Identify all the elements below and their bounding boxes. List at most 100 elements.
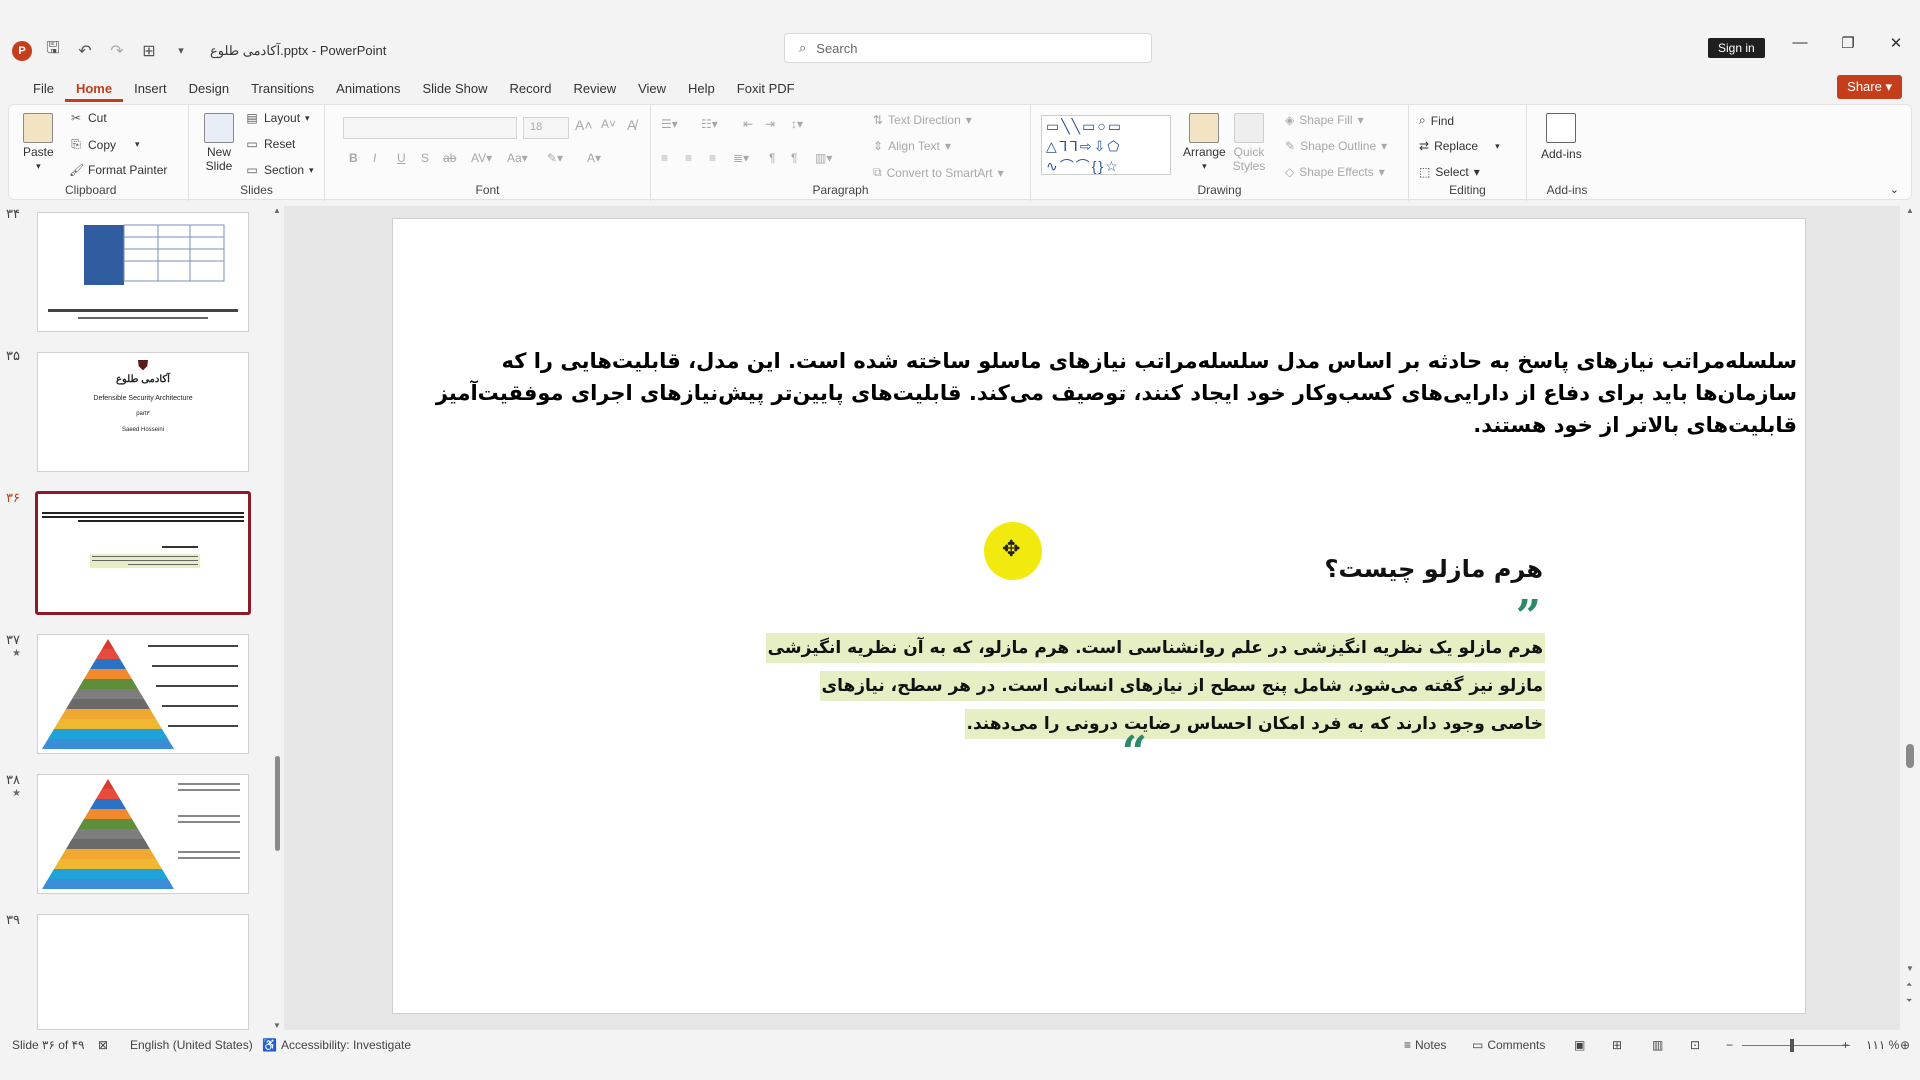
columns-icon[interactable]: ▥▾ — [815, 151, 832, 165]
minimize-icon[interactable]: — — [1776, 34, 1824, 52]
accessibility-button[interactable]: ♿ Accessibility: Investigate — [262, 1038, 411, 1052]
font-color-icon[interactable]: A▾ — [587, 151, 601, 165]
spelling-check-icon[interactable]: ⊠ — [98, 1038, 108, 1052]
char-spacing-icon[interactable]: AV▾ — [471, 151, 492, 165]
tab-foxit-pdf[interactable]: Foxit PDF — [726, 76, 806, 102]
cut-button[interactable]: ✂ Cut — [69, 111, 107, 125]
decrease-indent-icon[interactable]: ⇤ — [743, 117, 753, 131]
scroll-up-icon[interactable]: ▲ — [1906, 206, 1914, 215]
shadow-icon[interactable]: S — [421, 151, 429, 165]
language-indicator[interactable]: English (United States) — [130, 1038, 253, 1052]
next-slide-icon[interactable]: ⏷ — [1906, 996, 1912, 1006]
thumbnail-scroll-thumb[interactable] — [275, 756, 280, 851]
text-direction-button[interactable]: ⇅ Text Direction ▾ — [873, 113, 972, 127]
slide-thumbnail-36[interactable] — [35, 491, 251, 615]
shapes-gallery[interactable]: ▭╲╲▭○▭ △ᒣᒣ⇨⇩⬠ ∿⌒⌒{}☆ — [1041, 115, 1171, 175]
slide-thumbnail-35[interactable]: ⛊ آکادمی طلوع Defensible Security Archit… — [37, 352, 249, 472]
tab-file[interactable]: File — [22, 76, 65, 102]
slide-canvas[interactable]: سلسله‌مراتب نیازهای پاسخ به حادثه بر اسا… — [392, 218, 1806, 1014]
reading-view-icon[interactable]: ▥ — [1652, 1038, 1663, 1052]
underline-icon[interactable]: U — [397, 151, 406, 165]
sign-in-button[interactable]: Sign in — [1708, 38, 1765, 58]
restore-icon[interactable]: ❐ — [1824, 34, 1872, 52]
align-text-button[interactable]: ⇕ Align Text ▾ — [873, 139, 951, 153]
shape-outline-button[interactable]: ✎ Shape Outline ▾ — [1285, 139, 1387, 153]
align-right-icon[interactable]: ≡ — [709, 151, 716, 165]
slide-scroll-thumb[interactable] — [1906, 744, 1914, 768]
addins-button[interactable]: Add-ins — [1541, 113, 1582, 161]
decrease-font-icon[interactable]: A˅ — [601, 117, 616, 131]
thumbnail-scrollbar[interactable]: ▲ ▼ — [272, 206, 282, 1030]
align-center-icon[interactable]: ≡ — [685, 151, 692, 165]
rtl-icon[interactable]: ¶ — [769, 151, 775, 165]
close-icon[interactable]: ✕ — [1872, 34, 1920, 52]
tab-design[interactable]: Design — [178, 76, 240, 102]
convert-smartart-button[interactable]: ⧉ Convert to SmartArt ▾ — [873, 165, 1004, 180]
scroll-up-icon[interactable]: ▲ — [273, 206, 281, 215]
select-button[interactable]: ⬚ Select ▾ — [1419, 165, 1480, 179]
slide-sorter-icon[interactable]: ⊞ — [1612, 1038, 1622, 1052]
slide-thumbnail-39[interactable] — [37, 914, 249, 1030]
justify-icon[interactable]: ≣▾ — [733, 151, 749, 165]
increase-font-icon[interactable]: A˄ — [575, 117, 593, 133]
previous-slide-icon[interactable]: ⏶ — [1906, 980, 1912, 990]
undo-icon[interactable]: ↶ — [74, 41, 96, 61]
search-box[interactable]: ⌕ Search — [784, 33, 1152, 63]
clear-formatting-icon[interactable]: A̸ — [627, 117, 636, 133]
bold-icon[interactable]: B — [349, 151, 358, 165]
zoom-slider-knob[interactable] — [1790, 1039, 1794, 1052]
collapse-ribbon-icon[interactable]: ⌄ — [1890, 183, 1899, 196]
normal-view-icon[interactable]: ▣ — [1574, 1038, 1585, 1052]
tab-view[interactable]: View — [627, 76, 677, 102]
layout-button[interactable]: ▤ Layout ▾ — [245, 111, 309, 125]
change-case-icon[interactable]: Aa▾ — [507, 151, 528, 165]
ltr-icon[interactable]: ¶ — [791, 151, 797, 165]
arrange-button[interactable]: Arrange ▾ — [1183, 113, 1226, 172]
align-left-icon[interactable]: ≡ — [661, 151, 668, 165]
comments-button[interactable]: ▭ Comments — [1472, 1038, 1545, 1052]
shape-effects-button[interactable]: ◇ Shape Effects ▾ — [1285, 165, 1385, 179]
customize-qat-icon[interactable]: ▾ — [170, 44, 192, 57]
share-button[interactable]: Share ▾ — [1837, 75, 1902, 99]
section-button[interactable]: ▭ Section ▾ — [245, 163, 313, 177]
increase-indent-icon[interactable]: ⇥ — [765, 117, 775, 131]
find-button[interactable]: ⌕ Find — [1419, 113, 1454, 128]
save-icon[interactable]: 🖫 — [42, 37, 64, 64]
fit-to-window-icon[interactable]: ⊕ — [1900, 1038, 1910, 1052]
zoom-out-icon[interactable]: − — [1726, 1038, 1733, 1052]
numbering-icon[interactable]: ☷▾ — [701, 117, 718, 131]
copy-button[interactable]: ⎘ Copy ▾ — [69, 137, 139, 152]
font-size-box[interactable]: 18 — [523, 117, 569, 139]
slide-thumbnail-37[interactable] — [37, 634, 249, 754]
zoom-in-icon[interactable]: + — [1842, 1038, 1849, 1052]
redo-icon[interactable]: ↷ — [106, 41, 128, 61]
line-spacing-icon[interactable]: ↕▾ — [791, 117, 803, 131]
tab-slide-show[interactable]: Slide Show — [411, 76, 498, 102]
format-painter-button[interactable]: 🖌 Format Painter — [69, 163, 167, 177]
reset-button[interactable]: ▭ Reset — [245, 137, 295, 151]
scroll-down-icon[interactable]: ▼ — [1906, 964, 1914, 973]
slide-thumbnail-38[interactable] — [37, 774, 249, 894]
replace-button[interactable]: ⇄ Replace ▾ — [1419, 139, 1500, 153]
paste-button[interactable]: Paste ▾ — [23, 113, 54, 172]
strikethrough-icon[interactable]: ab — [443, 151, 456, 165]
quote-text-box[interactable]: هرم مازلو یک نظریه انگیزشی در علم روانشن… — [765, 629, 1545, 743]
tab-insert[interactable]: Insert — [123, 76, 178, 102]
slide-heading[interactable]: هرم مازلو چیست؟ — [1325, 555, 1543, 583]
zoom-slider[interactable] — [1742, 1045, 1850, 1046]
slide-intro-text[interactable]: سلسله‌مراتب نیازهای پاسخ به حادثه بر اسا… — [407, 345, 1797, 441]
slide-thumbnail-34[interactable] — [37, 212, 249, 332]
highlight-color-icon[interactable]: ✎▾ — [547, 151, 563, 165]
slide-scrollbar[interactable]: ▲ ▼ ⏶ ⏷ — [1900, 206, 1920, 1030]
tab-animations[interactable]: Animations — [325, 76, 411, 102]
tab-home[interactable]: Home — [64, 76, 124, 102]
scroll-down-icon[interactable]: ▼ — [273, 1021, 281, 1030]
present-icon[interactable]: ⊞ — [138, 41, 160, 61]
slideshow-view-icon[interactable]: ⊡ — [1690, 1038, 1700, 1052]
italic-icon[interactable]: I — [373, 151, 376, 165]
tab-review[interactable]: Review — [562, 76, 627, 102]
new-slide-button[interactable]: New Slide — [199, 113, 239, 173]
tab-help[interactable]: Help — [677, 76, 726, 102]
tab-transitions[interactable]: Transitions — [240, 76, 325, 102]
quick-styles-button[interactable]: Quick Styles — [1231, 113, 1267, 173]
